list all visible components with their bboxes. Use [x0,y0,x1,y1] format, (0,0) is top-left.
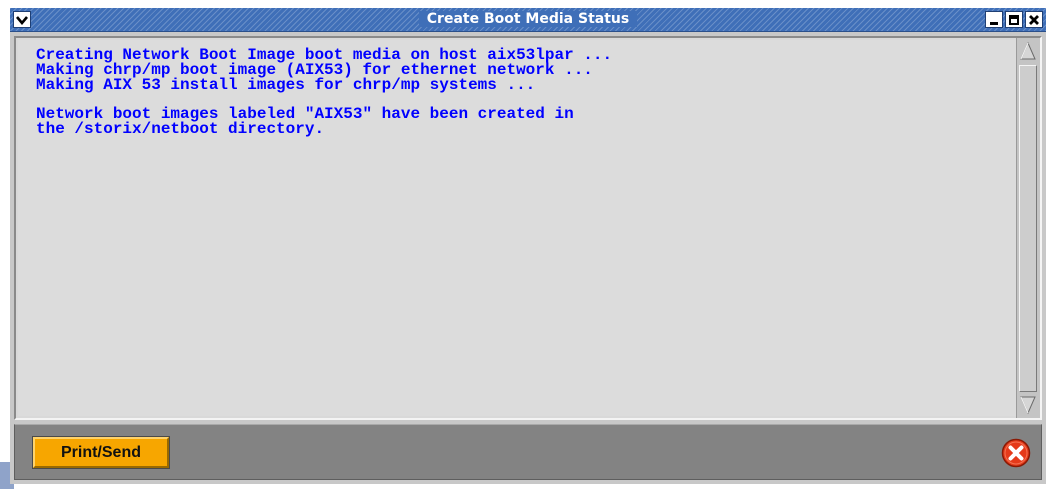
print-send-button[interactable]: Print/Send [32,436,170,469]
log-panel: Creating Network Boot Image boot media o… [14,36,1042,420]
status-window: Create Boot Media Status Creating Networ… [10,8,1046,484]
log-line: the /storix/netboot directory. [36,120,325,138]
scroll-down-button[interactable] [1019,394,1037,416]
close-icon [1029,14,1039,25]
close-window-button[interactable] [1025,11,1043,28]
maximize-button[interactable] [1005,11,1023,28]
window-title-container: Create Boot Media Status [10,8,1046,31]
minimize-button[interactable] [985,11,1003,28]
close-circle-icon[interactable] [1001,438,1031,468]
window-title: Create Boot Media Status [418,11,638,27]
title-bar[interactable]: Create Boot Media Status [10,8,1046,32]
scroll-thumb[interactable] [1019,65,1037,392]
minimize-icon [990,21,998,25]
vertical-scrollbar[interactable] [1016,38,1040,418]
log-text-area[interactable]: Creating Network Boot Image boot media o… [18,40,1018,416]
scroll-down-arrow-icon [1020,396,1036,415]
log-line: Making AIX 53 install images for chrp/mp… [36,76,536,94]
action-bar: Print/Send [14,424,1042,480]
scroll-up-arrow-icon [1020,41,1036,60]
scroll-up-button[interactable] [1019,40,1037,62]
maximize-icon [1009,14,1019,25]
